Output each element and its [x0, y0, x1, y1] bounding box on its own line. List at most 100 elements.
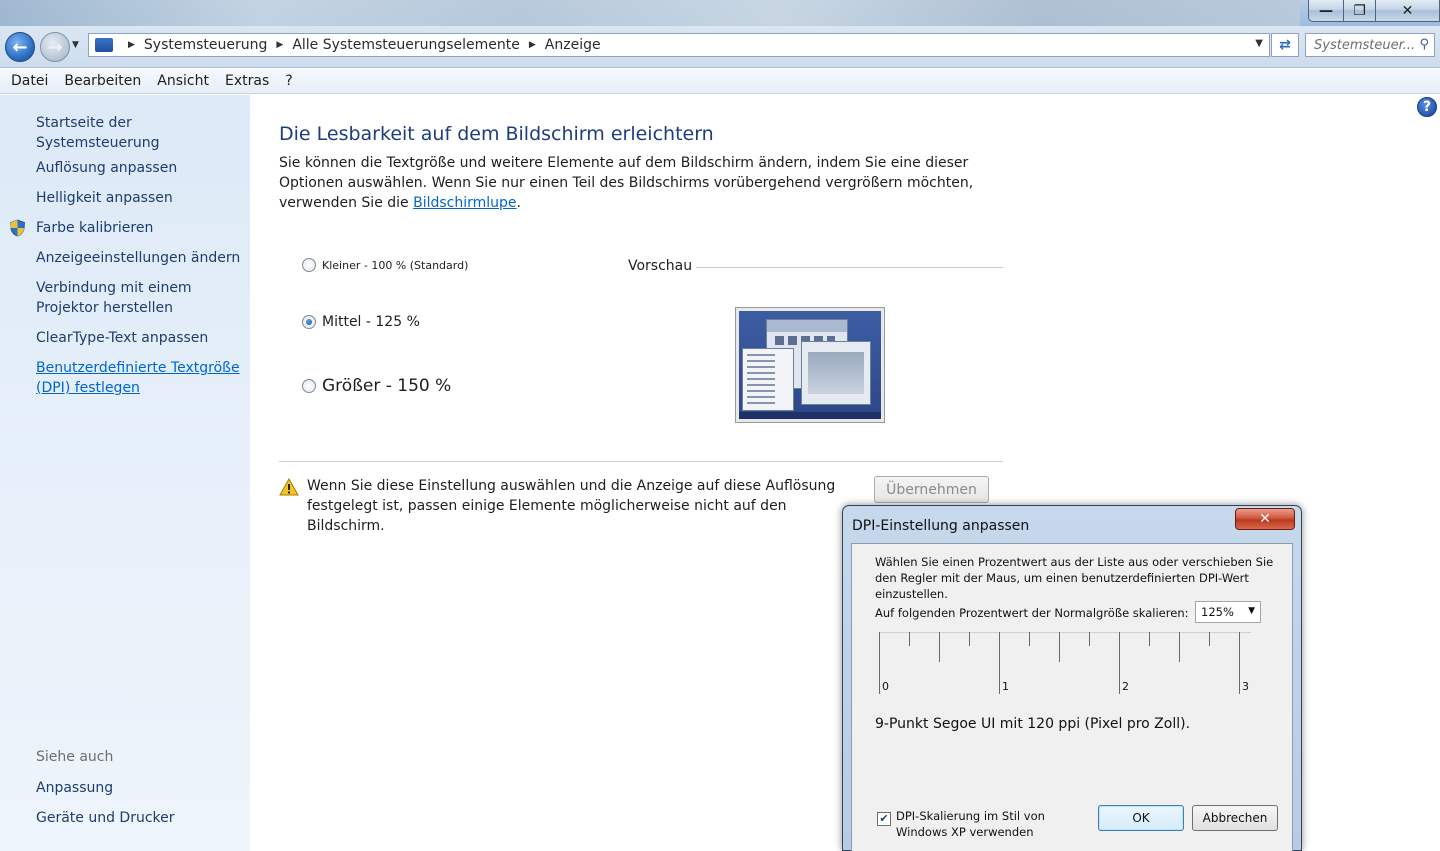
ruler-baseline — [879, 632, 1251, 633]
dpi-info-text: 9-Punkt Segoe UI mit 120 ppi (Pixel pro … — [875, 716, 1191, 732]
menu-ansicht[interactable]: Ansicht — [149, 73, 217, 89]
dialog-description: Wählen Sie einen Prozentwert aus der Lis… — [875, 555, 1274, 601]
uac-shield-icon — [10, 219, 25, 237]
sidebar-item-home[interactable]: Startseite der Systemsteuerung — [36, 113, 250, 153]
title-bar-background — [0, 0, 1300, 26]
dialog-body: Wählen Sie einen Prozentwert aus der Lis… — [851, 543, 1293, 851]
intro-period: . — [516, 195, 521, 211]
preview-titlebar — [767, 320, 847, 332]
radio-larger[interactable] — [302, 379, 316, 393]
arrow-right-icon: → — [47, 36, 63, 58]
menu-bar: Datei Bearbeiten Ansicht Extras ? — [0, 69, 1440, 94]
close-button[interactable]: ✕ — [1375, 0, 1440, 22]
dpi-dialog: DPI-Einstellung anpassen ✕ Wählen Sie ei… — [842, 505, 1302, 851]
chevron-right-icon[interactable]: ▶ — [529, 40, 536, 50]
sidebar-item-calibrate-color[interactable]: Farbe kalibrieren — [36, 218, 153, 238]
option-larger-label: Größer - 150 % — [322, 376, 452, 396]
arrow-left-icon: ← — [12, 36, 28, 58]
ruler-tick — [1179, 632, 1180, 662]
radio-smaller[interactable] — [302, 258, 316, 272]
preview-window-left — [742, 348, 794, 411]
page-title: Die Lesbarkeit auf dem Bildschirm erleic… — [279, 123, 714, 145]
search-icon[interactable]: ⚲ — [1419, 37, 1429, 52]
scale-value: 125% — [1201, 605, 1234, 619]
option-smaller[interactable]: Kleiner - 100 % (Standard) — [302, 258, 468, 272]
preview-label: Vorschau — [628, 258, 693, 274]
menu-help[interactable]: ? — [277, 73, 300, 89]
ruler-tick — [1059, 632, 1060, 662]
maximize-button[interactable]: ❐ — [1343, 0, 1376, 22]
ok-button[interactable]: OK — [1098, 805, 1184, 831]
ruler-tick — [1089, 632, 1090, 646]
dpi-ruler[interactable]: 0 1 2 3 — [879, 632, 1251, 694]
minimize-button[interactable]: — — [1308, 0, 1344, 22]
xp-scaling-label[interactable]: DPI-Skalierung im Stil von Windows XP ve… — [896, 808, 1076, 840]
ruler-label: 1 — [1002, 680, 1009, 693]
radio-medium[interactable] — [302, 315, 316, 329]
breadcrumb[interactable]: ▶ Systemsteuerung ▶ Alle Systemsteuerung… — [88, 33, 1270, 57]
menu-bearbeiten[interactable]: Bearbeiten — [56, 73, 149, 89]
forward-button[interactable]: → — [40, 32, 70, 62]
breadcrumb-item[interactable]: Systemsteuerung — [144, 37, 267, 53]
sidebar-item-projector[interactable]: Verbindung mit einem Projektor herstelle… — [36, 278, 216, 318]
preview-window-front — [801, 341, 871, 405]
preview-lines — [747, 354, 775, 404]
cancel-button[interactable]: Abbrechen — [1192, 805, 1278, 831]
see-also-heading: Siehe auch — [36, 749, 114, 765]
dialog-close-button[interactable]: ✕ — [1235, 508, 1295, 530]
magnifier-link[interactable]: Bildschirmlupe — [413, 195, 516, 211]
preview-screen — [739, 311, 881, 419]
back-button[interactable]: ← — [5, 32, 35, 62]
sidebar-item-cleartype[interactable]: ClearType-Text anpassen — [36, 328, 208, 348]
preview-image — [735, 307, 885, 423]
title-bar: — ❐ ✕ — [0, 0, 1440, 26]
ruler-tick — [969, 632, 970, 646]
ruler-tick — [999, 632, 1000, 694]
ruler-tick — [879, 632, 880, 694]
menu-datei[interactable]: Datei — [3, 73, 56, 89]
intro-text: Sie können die Textgröße und weitere Ele… — [279, 153, 1009, 213]
close-icon: ✕ — [1259, 511, 1271, 527]
breadcrumb-item[interactable]: Anzeige — [545, 37, 601, 53]
intro-paragraph: Sie können die Textgröße und weitere Ele… — [279, 155, 974, 211]
help-icon[interactable]: ? — [1417, 97, 1437, 117]
xp-scaling-checkbox[interactable]: ✔ — [877, 812, 891, 826]
ruler-label: 2 — [1122, 680, 1129, 693]
section-divider — [279, 461, 1003, 462]
scale-label: Auf folgenden Prozentwert der Normalgröß… — [875, 606, 1189, 620]
sidebar-item-personalization[interactable]: Anpassung — [36, 778, 113, 798]
chevron-down-icon: ▼ — [1248, 606, 1255, 616]
ruler-tick — [939, 632, 940, 662]
sidebar: Startseite der Systemsteuerung Auflösung… — [0, 95, 250, 851]
preview-divider — [696, 267, 1003, 268]
chevron-right-icon[interactable]: ▶ — [128, 40, 135, 50]
ruler-tick — [1149, 632, 1150, 646]
chevron-right-icon[interactable]: ▶ — [276, 40, 283, 50]
search-input[interactable]: Systemsteuer... ⚲ — [1305, 33, 1435, 57]
sidebar-item-resolution[interactable]: Auflösung anpassen — [36, 158, 177, 178]
dialog-title: DPI-Einstellung anpassen — [852, 518, 1030, 534]
preview-content — [808, 352, 864, 394]
option-medium-label: Mittel - 125 % — [322, 314, 420, 330]
sidebar-item-devices-printers[interactable]: Geräte und Drucker — [36, 808, 175, 828]
option-larger[interactable]: Größer - 150 % — [302, 376, 451, 396]
ruler-tick — [1119, 632, 1120, 694]
sidebar-item-custom-dpi[interactable]: Benutzerdefinierte Textgröße (DPI) festl… — [36, 358, 241, 398]
sidebar-item-brightness[interactable]: Helligkeit anpassen — [36, 188, 173, 208]
refresh-icon: ⇄ — [1279, 37, 1291, 53]
preview-taskbar — [739, 412, 881, 419]
ruler-tick — [1029, 632, 1030, 646]
ruler-label: 3 — [1242, 680, 1249, 693]
address-dropdown[interactable]: ▼ — [1255, 38, 1263, 49]
refresh-button[interactable]: ⇄ — [1271, 33, 1299, 57]
recent-pages-dropdown[interactable]: ▼ — [72, 40, 79, 50]
menu-extras[interactable]: Extras — [217, 73, 277, 89]
ruler-tick — [909, 632, 910, 646]
sidebar-item-display-settings[interactable]: Anzeigeeinstellungen ändern — [36, 248, 240, 268]
ruler-label: 0 — [882, 680, 889, 693]
option-medium[interactable]: Mittel - 125 % — [302, 314, 420, 330]
scale-select[interactable]: 125% ▼ — [1195, 601, 1261, 623]
breadcrumb-item[interactable]: Alle Systemsteuerungselemente — [292, 37, 520, 53]
apply-button[interactable]: Übernehmen — [874, 476, 989, 503]
option-smaller-label: Kleiner - 100 % (Standard) — [322, 258, 469, 272]
